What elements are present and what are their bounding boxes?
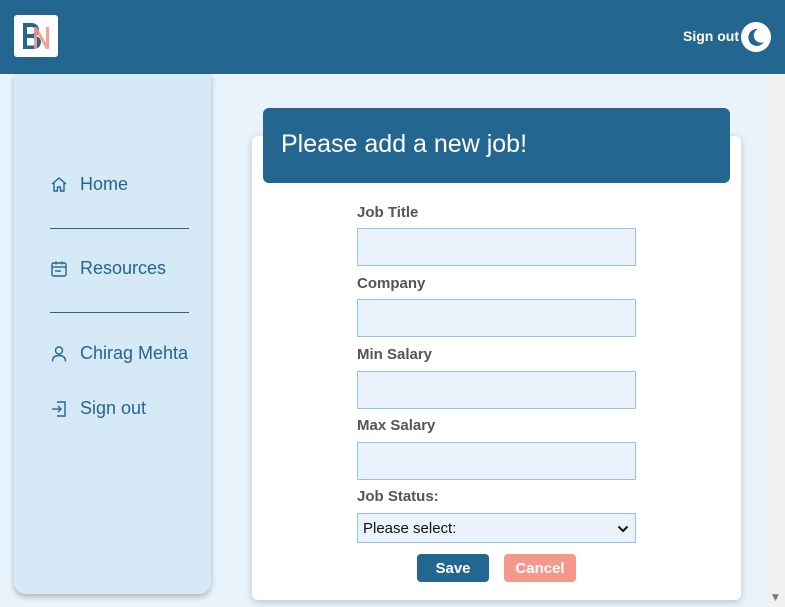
moon-icon[interactable] [741, 22, 771, 52]
max-salary-label: Max Salary [357, 417, 436, 434]
job-status-select[interactable]: Please select: [357, 513, 636, 543]
add-job-card-header: Please add a new job! [263, 108, 730, 183]
sidebar-item-label: Sign out [80, 398, 147, 418]
user-icon [50, 345, 68, 363]
calendar-icon [50, 260, 68, 278]
bn-logo-icon[interactable] [14, 15, 58, 57]
sidebar: Home Resources Chirag Mehta Sign out [14, 74, 211, 594]
job-title-input[interactable] [357, 228, 636, 266]
sidebar-item-label: Chirag Mehta [80, 343, 189, 363]
top-bar: Sign out [0, 0, 785, 74]
min-salary-input[interactable] [357, 371, 636, 409]
scroll-down-arrow-icon[interactable]: ▼ [772, 593, 779, 603]
job-status-selected-value: Please select: [363, 519, 457, 537]
sidebar-item-home[interactable]: Home [50, 174, 128, 195]
sidebar-item-signout[interactable]: Sign out [50, 398, 146, 419]
max-salary-input[interactable] [357, 442, 636, 480]
sidebar-item-label: Resources [80, 258, 167, 278]
sidebar-item-label: Home [80, 174, 129, 194]
company-label: Company [357, 275, 426, 292]
sign-out-icon [50, 400, 68, 418]
min-salary-label: Min Salary [357, 346, 433, 363]
sidebar-item-profile[interactable]: Chirag Mehta [50, 343, 188, 364]
home-icon [50, 176, 68, 194]
chevron-down-icon [617, 520, 629, 537]
top-signout-link[interactable]: Sign out [683, 28, 739, 44]
company-input[interactable] [357, 299, 636, 337]
job-title-label: Job Title [357, 204, 419, 221]
cancel-button[interactable]: Cancel [504, 554, 576, 582]
sidebar-divider [50, 312, 189, 313]
page-title: Please add a new job! [281, 130, 528, 158]
save-button[interactable]: Save [417, 554, 489, 582]
scrollbar[interactable] [768, 74, 785, 607]
sidebar-item-resources[interactable]: Resources [50, 258, 166, 279]
job-status-label: Job Status: [357, 488, 439, 505]
sidebar-divider [50, 228, 189, 229]
